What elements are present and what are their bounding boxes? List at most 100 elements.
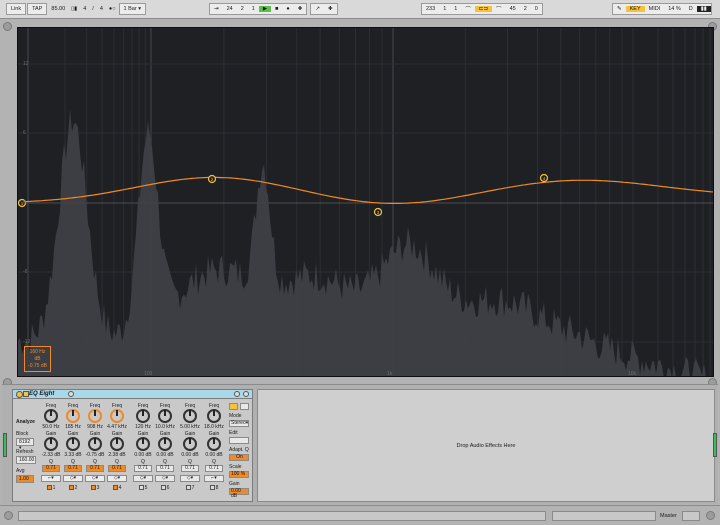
band-enable-toggle[interactable]: 5	[138, 485, 148, 492]
loop-length-beat[interactable]: 2	[520, 6, 531, 12]
band-gain-knob[interactable]	[183, 437, 197, 451]
automation-arm-icon[interactable]: ↗	[311, 6, 324, 12]
band-freq-knob[interactable]	[66, 409, 80, 423]
position-bar[interactable]: 24	[223, 6, 237, 12]
band-freq-value[interactable]: 4.47 kHz	[106, 424, 128, 430]
midi-io-toggle-icon[interactable]	[706, 511, 715, 520]
eq-spectrum-display[interactable]: 1234 12 6 0 -6 -12 100 1k 10k 160 Hz dB …	[17, 27, 714, 377]
band-gain-value[interactable]: 0.00 dB	[203, 452, 225, 458]
metronome-icon[interactable]: ●○	[106, 6, 119, 12]
band-enable-toggle[interactable]: 6	[160, 485, 170, 492]
time-sig-numerator[interactable]: 4	[80, 6, 89, 12]
band-q-field[interactable]: 0.71	[108, 465, 126, 472]
band-gain-knob[interactable]	[136, 437, 150, 451]
analyze-label[interactable]: Analyze	[16, 419, 35, 425]
adaptive-q-toggle[interactable]: On	[229, 454, 249, 461]
band-freq-knob[interactable]	[207, 409, 221, 423]
band-freq-knob[interactable]	[158, 409, 172, 423]
loop-length-sixteenth[interactable]: 0	[531, 6, 542, 12]
output-gain-field[interactable]: 0.00 dB	[229, 488, 249, 499]
device-save-icon[interactable]	[234, 391, 240, 397]
band-filter-type-dropdown[interactable]: ◇▾	[107, 475, 127, 482]
draw-mode-icon[interactable]: ✎	[613, 6, 626, 12]
device-power-icon[interactable]	[16, 391, 23, 398]
band-gain-knob[interactable]	[158, 437, 172, 451]
play-icon[interactable]: ▶	[258, 6, 272, 12]
track-selector[interactable]	[682, 511, 700, 521]
band-enable-toggle[interactable]: 4	[112, 485, 122, 492]
eq-graph[interactable]: 1234	[18, 28, 714, 377]
band-enable-toggle[interactable]: 1	[46, 485, 56, 492]
band-filter-type-dropdown[interactable]: ◇▾	[63, 475, 83, 482]
loop-start-beat[interactable]: 1	[439, 6, 450, 12]
band-gain-knob[interactable]	[110, 437, 124, 451]
band-filter-type-dropdown[interactable]: ◇▾	[180, 475, 200, 482]
band-gain-value[interactable]: 2.38 dB	[106, 452, 128, 458]
band-gain-value[interactable]: 0.00 dB	[154, 452, 176, 458]
follow-icon[interactable]: ⇥	[210, 6, 223, 12]
band-q-field[interactable]: 0.71	[181, 465, 199, 472]
band-freq-knob[interactable]	[183, 409, 197, 423]
band-freq-knob[interactable]	[110, 409, 124, 423]
tempo-field[interactable]: 85.00	[48, 6, 68, 12]
band-freq-value[interactable]: 5.00 kHz	[179, 424, 201, 430]
time-sig-denominator[interactable]: 4	[97, 6, 106, 12]
position-beat[interactable]: 2	[237, 6, 248, 12]
loop-start-sixteenth[interactable]: 1	[450, 6, 461, 12]
band-gain-knob[interactable]	[88, 437, 102, 451]
band-filter-type-dropdown[interactable]: ◇▾	[155, 475, 175, 482]
band-freq-value[interactable]: 908 Hz	[84, 424, 106, 430]
band-freq-knob[interactable]	[136, 409, 150, 423]
record-icon[interactable]: ●	[282, 6, 293, 12]
band-filter-type-dropdown[interactable]: ◇▾	[133, 475, 153, 482]
loop-length-field[interactable]: 45	[506, 6, 520, 12]
device-info-icon[interactable]	[68, 391, 74, 397]
expand-display-icon[interactable]	[240, 403, 249, 410]
band-q-field[interactable]: 0.71	[42, 465, 60, 472]
band-freq-value[interactable]: 18.0 kHz	[203, 424, 225, 430]
nudge-icon[interactable]: ▯▮	[68, 6, 80, 12]
band-freq-knob[interactable]	[44, 409, 58, 423]
device-menu-icon[interactable]	[243, 391, 249, 397]
link-button[interactable]: Link	[6, 3, 27, 15]
band-filter-type-dropdown[interactable]: ⌐▾	[41, 475, 61, 482]
band-filter-type-dropdown[interactable]: ◇▾	[85, 475, 105, 482]
band-q-field[interactable]: 0.71	[86, 465, 104, 472]
band-gain-value[interactable]: 0.00 dB	[132, 452, 154, 458]
band-q-field[interactable]: 0.71	[64, 465, 82, 472]
stop-icon[interactable]: ■	[271, 6, 282, 12]
band-gain-knob[interactable]	[66, 437, 80, 451]
audio-effects-drop-zone[interactable]: Drop Audio Effects Here	[257, 389, 715, 502]
scale-field[interactable]: 100 %	[229, 471, 249, 478]
band-freq-knob[interactable]	[88, 409, 102, 423]
avg-field[interactable]: 1.00	[16, 475, 34, 483]
midi-map-button[interactable]: MIDI	[645, 6, 665, 12]
quantize-dropdown[interactable]: 1 Bar ▾	[118, 3, 146, 15]
band-freq-value[interactable]: 185 Hz	[62, 424, 84, 430]
position-sixteenth[interactable]: 1	[248, 6, 259, 12]
band-filter-type-dropdown[interactable]: ⌐▾	[204, 475, 224, 482]
band-gain-value[interactable]: 3.33 dB	[62, 452, 84, 458]
tap-tempo-button[interactable]: TAP	[27, 3, 48, 15]
band-gain-value[interactable]: -0.75 dB	[84, 452, 106, 458]
status-toggle-icon[interactable]	[4, 511, 13, 520]
loop-start-field[interactable]: 233	[422, 6, 439, 12]
band-freq-value[interactable]: 10.0 kHz	[154, 424, 176, 430]
mode-dropdown[interactable]: Stereo▾	[229, 420, 249, 427]
band-gain-knob[interactable]	[207, 437, 221, 451]
key-map-button[interactable]: KEY	[625, 6, 645, 12]
band-q-field[interactable]: 0.71	[205, 465, 223, 472]
band-enable-toggle[interactable]: 3	[90, 485, 100, 492]
punch-out-icon[interactable]: ⌒	[492, 5, 506, 13]
band-freq-value[interactable]: 50.0 Hz	[40, 424, 62, 430]
band-gain-value[interactable]: 0.00 dB	[179, 452, 201, 458]
adaptive-mode-icon[interactable]	[229, 403, 238, 410]
band-gain-knob[interactable]	[44, 437, 58, 451]
add-icon[interactable]: ✚	[294, 6, 307, 12]
band-q-field[interactable]: 0.71	[134, 465, 152, 472]
band-freq-value[interactable]: 120 Hz	[132, 424, 154, 430]
block-dropdown[interactable]: 8192 ▾	[16, 438, 34, 451]
band-gain-value[interactable]: -2.33 dB	[40, 452, 62, 458]
loop-icon[interactable]: ⊏⊐	[474, 6, 493, 12]
band-q-field[interactable]: 0.71	[156, 465, 174, 472]
